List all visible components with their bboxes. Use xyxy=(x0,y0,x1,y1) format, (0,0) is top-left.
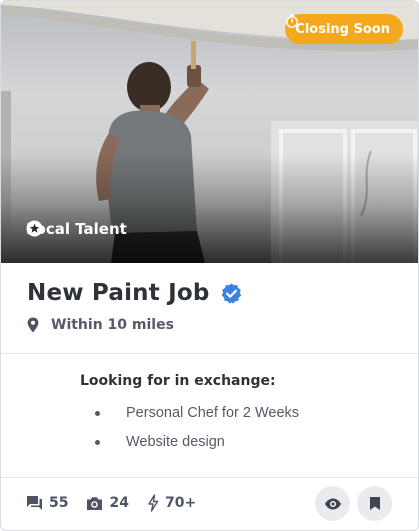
exchange-item: Website design xyxy=(1,430,299,459)
exchange-item: Personal Chef for 2 Weeks xyxy=(1,401,299,430)
activity-count: 70+ xyxy=(164,495,197,511)
bolt-icon xyxy=(148,494,159,512)
comment-icon xyxy=(27,496,42,510)
comments-stat[interactable]: 55 xyxy=(26,495,68,511)
verified-check-icon xyxy=(221,282,241,304)
star-circle-icon xyxy=(26,220,43,237)
location-label: Within 10 miles xyxy=(51,317,174,333)
stopwatch-icon xyxy=(286,14,299,28)
camera-icon xyxy=(87,496,103,510)
comments-count: 55 xyxy=(49,495,69,511)
exchange-heading: Looking for in exchange: xyxy=(80,373,276,389)
local-talent-tag: Local Talent xyxy=(26,220,127,238)
job-card[interactable]: Closing Soon Local Talent New Paint Job … xyxy=(0,0,419,531)
bookmark-icon xyxy=(369,497,380,510)
photos-stat[interactable]: 24 xyxy=(86,495,129,511)
job-stats: 55 24 70+ xyxy=(26,494,214,512)
job-photo[interactable]: Closing Soon Local Talent xyxy=(1,1,418,263)
job-location: Within 10 miles xyxy=(27,317,174,333)
hero-gradient-overlay xyxy=(1,153,418,263)
eye-icon xyxy=(324,498,341,509)
job-title-row: New Paint Job xyxy=(27,280,243,306)
map-pin-icon xyxy=(27,317,39,333)
badge-label: Closing Soon xyxy=(295,21,390,37)
divider xyxy=(1,353,418,354)
bookmark-button[interactable] xyxy=(357,486,392,521)
closing-soon-badge: Closing Soon xyxy=(285,14,403,44)
divider xyxy=(1,477,418,478)
activity-stat[interactable]: 70+ xyxy=(147,494,196,512)
job-title[interactable]: New Paint Job xyxy=(27,280,210,306)
photos-count: 24 xyxy=(109,495,129,511)
view-button[interactable] xyxy=(315,486,350,521)
exchange-list: Personal Chef for 2 Weeks Website design xyxy=(1,401,299,459)
